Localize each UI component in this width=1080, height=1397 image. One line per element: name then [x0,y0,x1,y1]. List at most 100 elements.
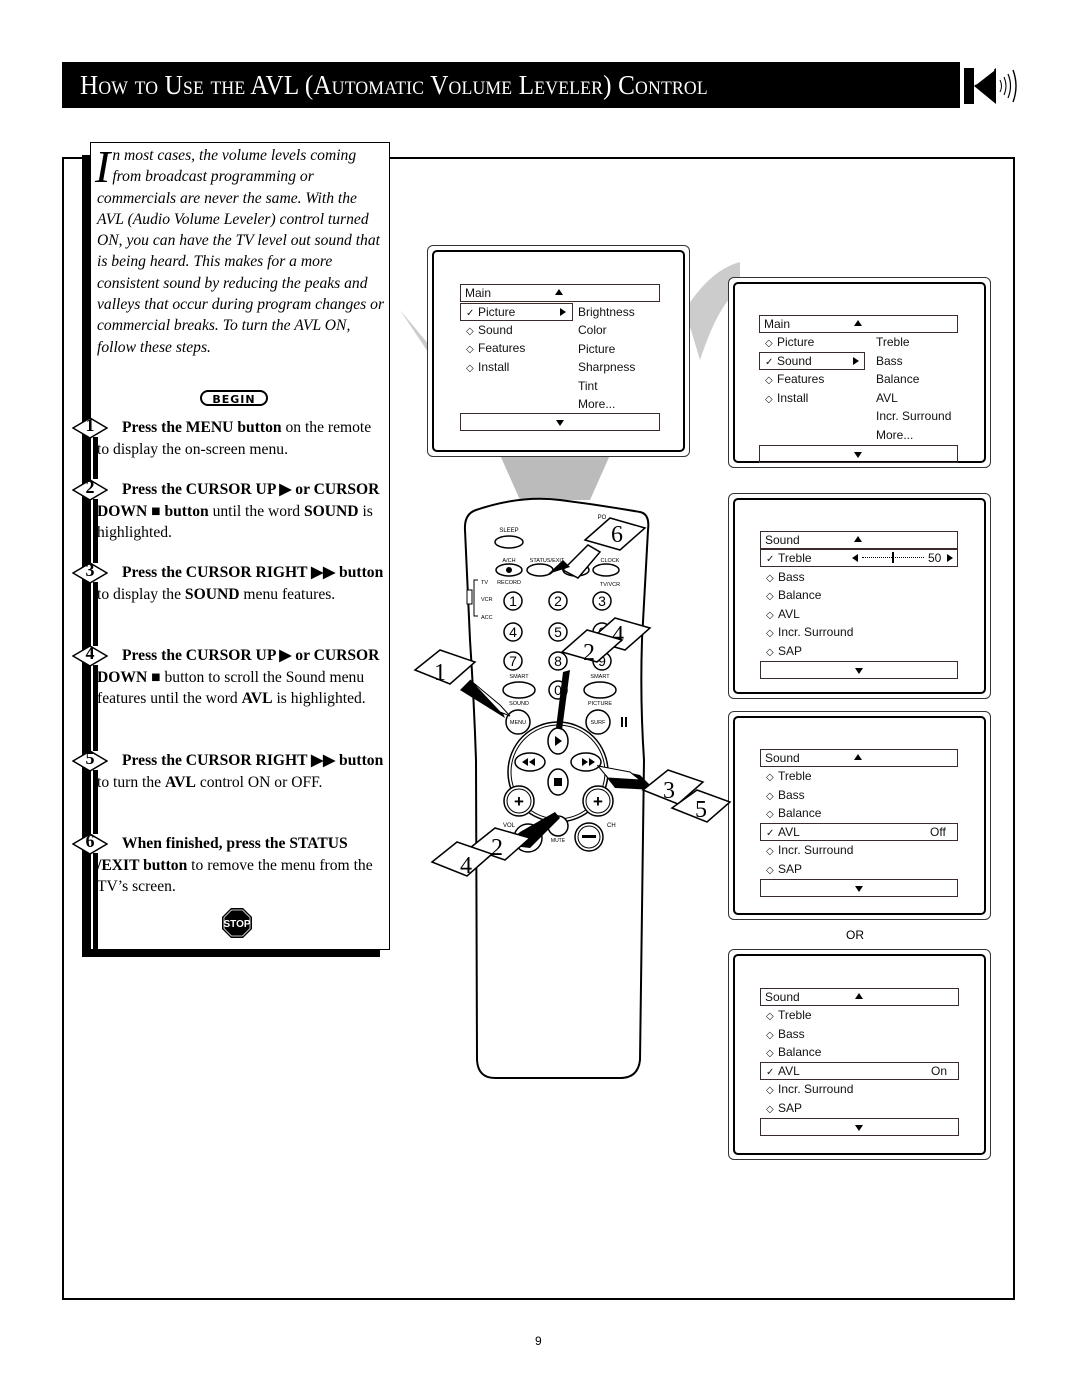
svg-text:SMART: SMART [590,674,610,680]
digit-label: 5 [554,624,562,640]
menu-item-balance[interactable]: ◇ Balance [766,586,821,604]
menu-item-bass[interactable]: ◇ Bass [766,786,805,804]
menu-item-incr-surround[interactable]: ◇ Incr. Surround [766,841,853,859]
menu-item-features[interactable]: ◇ Features [765,370,824,388]
menu-item-sap[interactable]: ◇ SAP [766,642,802,660]
remote-control-illustration: SLEEP PO A/CH STATUS/EXIT CLOCK RECORD T… [413,497,732,1079]
menu-item-features[interactable]: ◇ Features [466,339,525,357]
svg-text:STATUS/EXIT: STATUS/EXIT [530,558,565,564]
mode-switch[interactable] [466,589,473,605]
submenu-item[interactable]: Tint [578,377,598,396]
svg-text:PO: PO [598,515,607,521]
menu-item-balance[interactable]: ◇ Balance [766,1043,821,1061]
treble-value: 50 [928,551,942,565]
avl-value: On [931,1064,948,1078]
scroll-down-icon [556,420,564,426]
svg-text:6: 6 [611,522,623,548]
submenu-arrow-icon [853,357,859,365]
digit-label: 7 [509,653,517,669]
scroll-down-icon [855,886,863,892]
step-number-badge: 6 [71,831,109,855]
submenu-item[interactable]: Bass [876,352,903,371]
svg-text:VCR: VCR [481,597,493,603]
smart-picture-button[interactable] [583,681,617,699]
clock-button[interactable] [592,563,620,577]
decrease-arrow-icon[interactable] [852,554,858,562]
svg-text:SURF: SURF [591,720,607,726]
callout-1: 1 [413,649,477,686]
scroll-up-icon [854,320,862,326]
menu-item-treble[interactable]: ◇ Treble [766,1006,812,1024]
increase-arrow-icon[interactable] [947,554,953,562]
status-exit-button[interactable] [526,563,554,577]
svg-text:SOUND: SOUND [509,701,529,707]
submenu-item[interactable]: Balance [876,370,919,389]
menu-item-avl[interactable]: ✓ AVL [766,823,800,841]
menu-item-balance[interactable]: ◇ Balance [766,804,821,822]
submenu-item[interactable]: Sharpness [578,358,635,377]
svg-text:CH: CH [607,823,616,829]
svg-text:ACC: ACC [481,615,493,621]
menu-item-picture[interactable]: ✓ Picture [466,303,515,321]
svg-text:4: 4 [460,853,472,879]
sleep-button[interactable] [494,535,524,549]
svg-text:VOL: VOL [503,823,516,829]
submenu-item[interactable]: Treble [876,333,910,352]
avl-value: Off [930,825,946,839]
svg-text:PICTURE: PICTURE [588,701,612,707]
smart-sound-button[interactable] [502,681,536,699]
submenu-arrow-icon [560,308,566,316]
submenu-item[interactable]: Color [578,321,607,340]
submenu-item[interactable]: More... [876,426,913,445]
menu-item-incr-surround[interactable]: ◇ Incr. Surround [766,1080,853,1098]
begin-badge: BEGIN [200,390,268,406]
menu-item-incr-surround[interactable]: ◇ Incr. Surround [766,623,853,641]
svg-text:5: 5 [695,797,707,823]
digit-label: 8 [554,653,562,669]
menu-item-sap[interactable]: ◇ SAP [766,860,802,878]
menu-item-sound[interactable]: ✓ Sound [765,352,812,370]
svg-text:RECORD: RECORD [497,580,521,586]
menu-item-bass[interactable]: ◇ Bass [766,568,805,586]
or-label: OR [846,928,864,942]
step-number-badge: 4 [71,643,109,667]
menu-item-install[interactable]: ◇ Install [466,358,509,376]
submenu-item[interactable]: Incr. Surround [876,407,951,426]
menu-item-treble[interactable]: ◇ Treble [766,767,812,785]
svg-text:SLEEP: SLEEP [499,528,518,534]
menu-item-avl[interactable]: ✓ AVL [766,1062,800,1080]
submenu-item[interactable]: Picture [578,340,615,359]
menu-item-bass[interactable]: ◇ Bass [766,1025,805,1043]
submenu-item[interactable]: AVL [876,389,898,408]
menu-item-treble[interactable]: ✓ Treble [766,549,812,567]
intro-text: n most cases, the volume levels coming f… [97,147,385,356]
menu-item-install[interactable]: ◇ Install [765,389,808,407]
intro-paragraph: In most cases, the volume levels coming … [95,144,387,358]
digit-label: 2 [554,593,562,609]
menu-item-sound[interactable]: ◇ Sound [466,321,513,339]
submenu-item[interactable]: Brightness [578,303,635,322]
svg-text:2: 2 [583,640,595,666]
svg-text:3: 3 [663,778,675,804]
step-bold-text: Press the MENU button [122,419,282,436]
stop-sign-icon: STOP [222,908,252,938]
step-number-badge: 2 [71,477,109,501]
digit-label: 4 [509,624,517,640]
scroll-down-icon [854,452,862,458]
menu-item-avl[interactable]: ◇ AVL [766,605,800,623]
step-4: 4 Press the CURSOR UP ▶ or CURSOR DOWN ■… [71,643,387,751]
menu-item-sap[interactable]: ◇ SAP [766,1099,802,1117]
svg-text:TV/VCR: TV/VCR [600,582,620,588]
svg-text:STOP: STOP [223,919,250,930]
svg-text:SMART: SMART [509,674,529,680]
step-5: 5 Press the CURSOR RIGHT ▶▶ button to tu… [71,748,387,834]
menu-item-picture[interactable]: ◇ Picture [765,333,814,351]
svg-text:+: + [514,792,524,811]
scroll-down-icon [855,1125,863,1131]
submenu-item[interactable]: More... [578,395,615,414]
scroll-up-icon [855,993,863,999]
svg-text:A/CH: A/CH [502,558,515,564]
svg-text:2: 2 [491,835,503,861]
treble-slider-thumb[interactable] [892,552,894,563]
step-2: 2 Press the CURSOR UP ▶ or CURSOR DOWN ■… [71,477,387,563]
